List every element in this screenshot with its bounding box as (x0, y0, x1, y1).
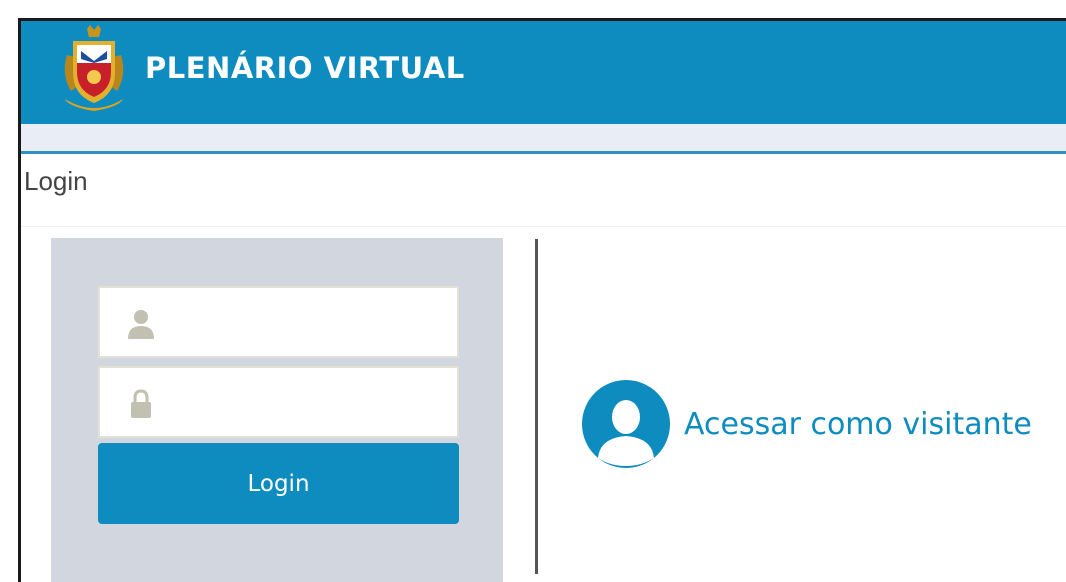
vertical-divider (535, 239, 538, 574)
username-field[interactable] (98, 286, 459, 358)
login-panel: Login (51, 238, 503, 582)
visitor-access-link[interactable]: Acessar como visitante (582, 380, 1032, 468)
top-header: PLENÁRIO VIRTUAL (21, 21, 1066, 124)
coat-of-arms-icon (64, 25, 124, 111)
visitor-label: Acessar como visitante (684, 406, 1032, 442)
lock-icon (131, 389, 151, 418)
user-icon (128, 310, 154, 339)
page-title: Login (24, 166, 88, 196)
username-input[interactable] (172, 288, 452, 356)
password-field[interactable] (98, 366, 459, 438)
sub-navbar (21, 124, 1066, 151)
user-avatar-icon (582, 380, 670, 468)
app-title: PLENÁRIO VIRTUAL (145, 51, 465, 85)
login-button[interactable]: Login (98, 443, 459, 524)
password-input[interactable] (172, 368, 452, 436)
app-window: PLENÁRIO VIRTUAL Login Login Acessar com… (18, 18, 1066, 582)
breadcrumb: Login (21, 154, 1066, 227)
